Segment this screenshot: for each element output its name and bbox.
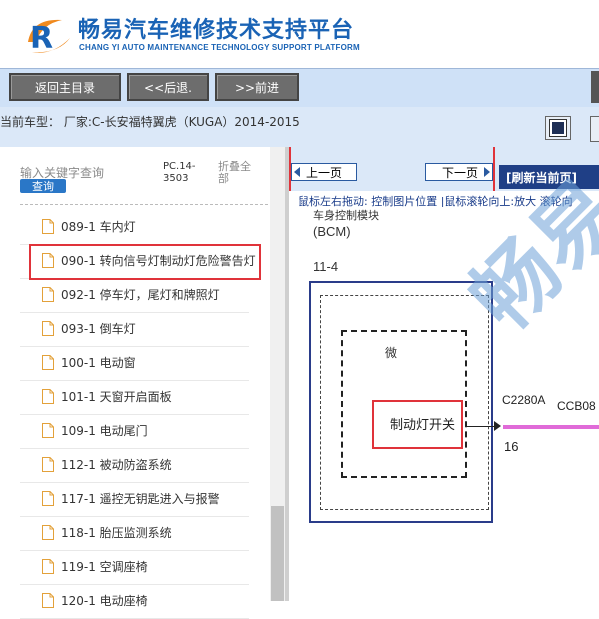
selected-item-highlight — [29, 244, 261, 280]
pin-label: 16 — [504, 439, 519, 454]
list-item-label: 100-1 电动窗 — [61, 356, 136, 370]
nav-extra-button[interactable] — [591, 71, 599, 103]
document-icon — [42, 525, 54, 540]
left-panel: 输入关键字查询 查询 PC.14-3503 折叠全部 089-1 车内灯 090… — [0, 147, 288, 619]
list-item-label: 119-1 空调座椅 — [61, 560, 148, 574]
list-item[interactable]: 089-1 车内灯 — [20, 211, 249, 245]
back-button[interactable]: <<后退. — [127, 73, 209, 101]
document-icon — [42, 457, 54, 472]
fullscreen-button[interactable] — [545, 116, 571, 140]
list-item[interactable]: 109-1 电动尾门 — [20, 415, 249, 449]
header: R 畅易汽车维修技术支持平台 CHANG YI AUTO MAINTENANCE… — [0, 0, 599, 68]
document-icon — [42, 389, 54, 404]
document-icon — [42, 491, 54, 506]
list-item-label: 112-1 被动防盗系统 — [61, 458, 172, 472]
arrow-right-icon — [494, 421, 501, 431]
nav-bar: 返回主目录 <<后退. >>前进 — [0, 68, 599, 107]
document-icon — [42, 321, 54, 336]
collapse-all-link[interactable]: 折叠全部 — [218, 161, 258, 185]
brand-subtitle: CHANG YI AUTO MAINTENANCE TECHNOLOGY SUP… — [79, 43, 360, 52]
list-item[interactable]: 093-1 倒车灯 — [20, 313, 249, 347]
list-item-label: 092-1 停车灯，尾灯和牌照灯 — [61, 288, 220, 302]
pin-group-label: 11-4 — [313, 259, 339, 274]
list-item[interactable]: 112-1 被动防盗系统 — [20, 449, 249, 483]
list-item[interactable]: 100-1 电动窗 — [20, 347, 249, 381]
module-label: 车身控制模块 — [313, 209, 379, 222]
car-info-bar: 当前车型： 厂家:C-长安福特翼虎（KUGA）2014-2015 — [0, 107, 599, 147]
current-car-model: 当前车型： 厂家:C-长安福特翼虎（KUGA）2014-2015 — [0, 115, 300, 129]
list-item-label: 089-1 车内灯 — [61, 220, 136, 234]
svg-text:R: R — [30, 21, 53, 56]
document-icon — [42, 423, 54, 438]
list-item-label: 109-1 电动尾门 — [61, 424, 148, 438]
list-item-label: 117-1 遥控无钥匙进入与报警 — [61, 492, 220, 506]
connector-label: C2280A — [502, 393, 546, 407]
list-item[interactable]: 101-1 天窗开启面板 — [20, 381, 249, 415]
circuit-label: CCB08 — [557, 399, 596, 413]
forward-button[interactable]: >>前进 — [215, 73, 299, 101]
list-item-label: 101-1 天窗开启面板 — [61, 390, 172, 404]
document-icon — [42, 219, 54, 234]
divider — [20, 204, 268, 205]
inner-label: 微 — [385, 346, 398, 360]
circuit-wire — [503, 425, 599, 429]
list-item[interactable]: 118-1 胎压监测系统 — [20, 517, 249, 551]
bcm-label: (BCM) — [313, 224, 351, 239]
document-icon — [42, 355, 54, 370]
wiring-diagram[interactable]: 车身控制模块 (BCM) 11-4 微 制动灯开关 C2280A CCB08 1… — [289, 161, 599, 601]
list-item-label: 093-1 倒车灯 — [61, 322, 136, 336]
right-panel: 上一页 下一页 [刷新当前页] 鼠标左右拖动: 控制图片位置 |鼠标滚轮向上:放… — [289, 147, 599, 601]
home-button[interactable]: 返回主目录 — [9, 73, 121, 101]
document-icon — [42, 559, 54, 574]
scrollbar-thumb[interactable] — [271, 506, 284, 601]
list-item[interactable]: 120-1 电动座椅 — [20, 585, 249, 619]
list-item[interactable]: 119-1 空调座椅 — [20, 551, 249, 585]
list-item-label: 118-1 胎压监测系统 — [61, 526, 172, 540]
brand-title: 畅易汽车维修技术支持平台 — [78, 18, 355, 43]
brake-switch-label: 制动灯开关 — [390, 418, 456, 433]
logo-icon: R — [28, 19, 70, 56]
extra-icon-button[interactable] — [590, 116, 599, 142]
list-item[interactable]: 117-1 遥控无钥匙进入与报警 — [20, 483, 249, 517]
search-button[interactable]: 查询 — [20, 179, 66, 193]
pc-code: PC.14-3503 — [163, 161, 196, 184]
document-icon — [42, 287, 54, 302]
window-icon — [550, 120, 566, 136]
list-item[interactable]: 092-1 停车灯，尾灯和牌照灯 — [20, 279, 249, 313]
